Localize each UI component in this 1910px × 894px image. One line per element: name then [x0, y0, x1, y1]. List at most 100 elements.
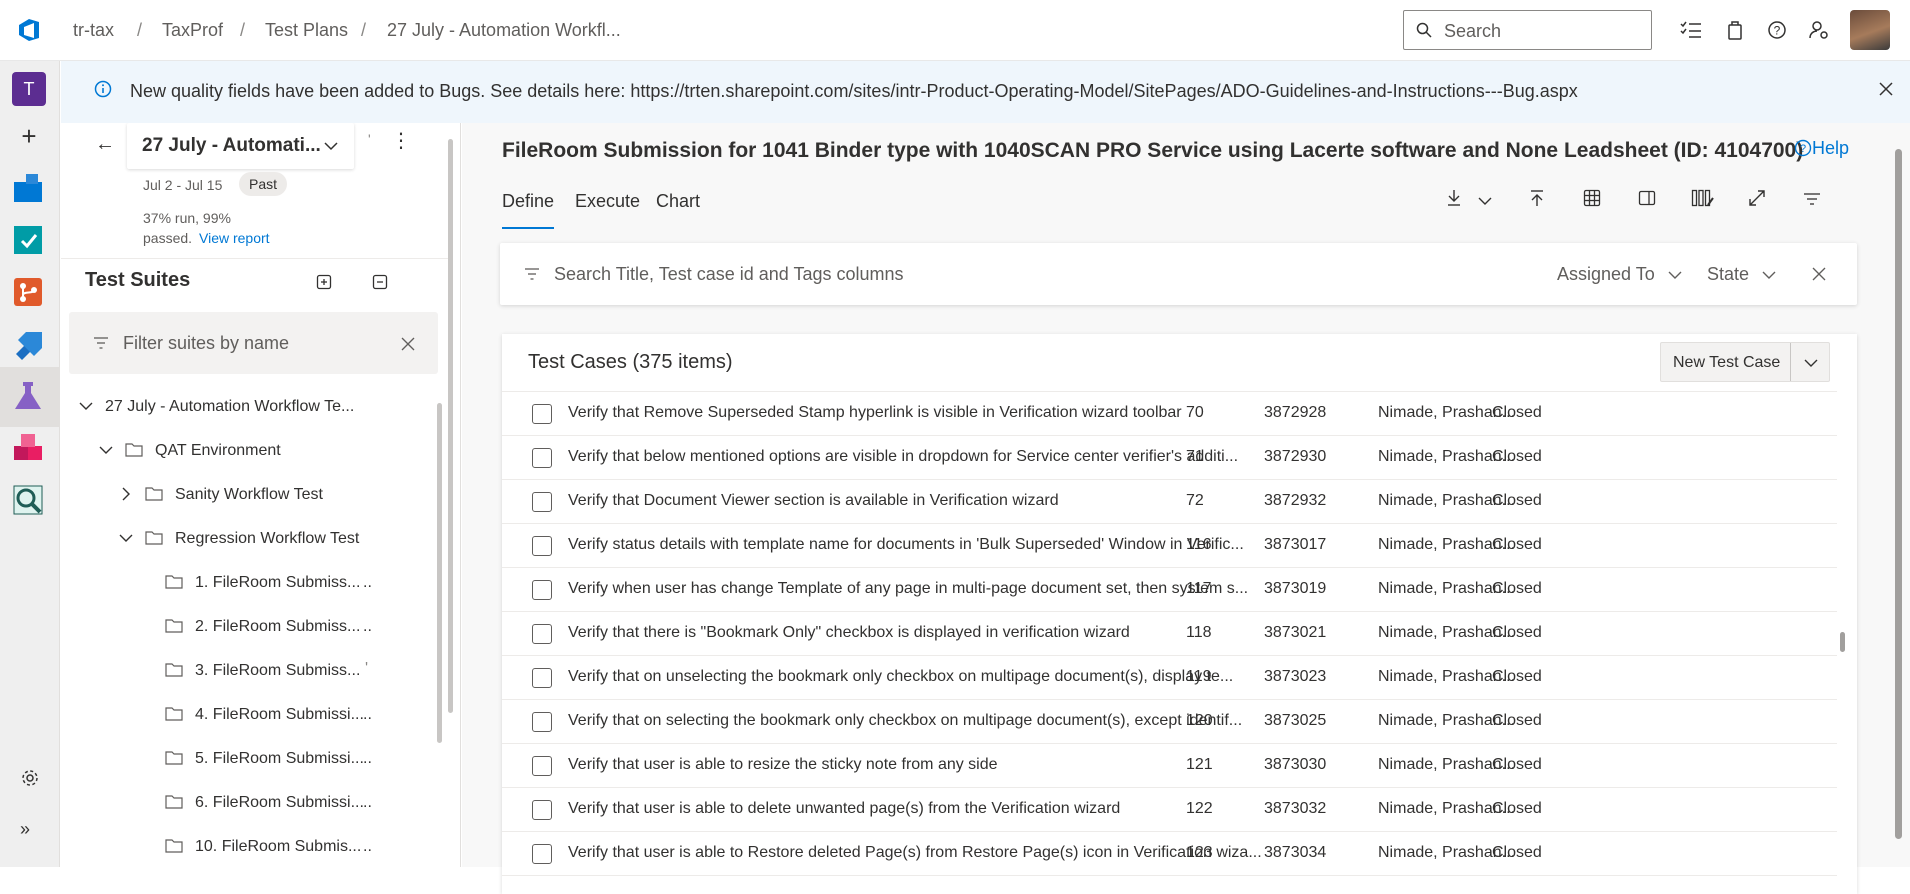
row-checkbox[interactable]: [532, 536, 552, 556]
more-options-icon[interactable]: ..: [363, 574, 372, 592]
panel-scrollbar[interactable]: [448, 139, 453, 713]
user-settings-icon[interactable]: [1808, 19, 1830, 46]
row-checkbox[interactable]: [532, 492, 552, 512]
help-icon[interactable]: ?: [1767, 20, 1787, 45]
table-row[interactable]: Verify that user is able to delete unwan…: [502, 788, 1837, 832]
more-options-icon[interactable]: ..: [363, 794, 372, 812]
table-row[interactable]: Verify that Remove Superseded Stamp hype…: [502, 392, 1837, 436]
more-options-icon[interactable]: ..: [363, 750, 372, 768]
table-row[interactable]: Verify that Document Viewer section is a…: [502, 480, 1837, 524]
expand-rail-icon[interactable]: »: [20, 819, 30, 840]
chevron-down-icon[interactable]: [1474, 189, 1496, 211]
work-items-list-icon[interactable]: [1680, 20, 1702, 45]
azure-devops-logo-icon[interactable]: [15, 16, 43, 44]
details-pane-icon[interactable]: [1636, 189, 1658, 211]
project-settings-icon[interactable]: [20, 768, 40, 788]
suite-fileroom-6[interactable]: 6. FileRoom Submissi... ..: [61, 783, 441, 823]
tab-chart[interactable]: Chart: [656, 191, 700, 212]
row-checkbox[interactable]: [532, 756, 552, 776]
expand-all-icon[interactable]: [316, 274, 332, 295]
grid-view-icon[interactable]: [1581, 189, 1603, 211]
row-checkbox[interactable]: [532, 668, 552, 688]
search-input[interactable]: Search: [1403, 10, 1652, 50]
repos-icon[interactable]: [12, 276, 46, 310]
suite-fileroom-2[interactable]: 2. FileRoom Submiss... ..: [61, 607, 441, 647]
test-case-title[interactable]: Verify that user is able to delete unwan…: [568, 800, 1268, 818]
breadcrumb-org[interactable]: tr-tax: [73, 20, 114, 41]
row-checkbox[interactable]: [532, 580, 552, 600]
suite-fileroom-10[interactable]: 10. FileRoom Submis... ..: [61, 827, 441, 867]
main-scrollbar[interactable]: [1895, 149, 1902, 839]
code-search-icon[interactable]: [12, 484, 46, 518]
test-case-title[interactable]: Verify that user is able to resize the s…: [568, 756, 1268, 774]
table-row[interactable]: Verify status details with template name…: [502, 524, 1837, 568]
clear-filter-icon[interactable]: [401, 337, 415, 351]
table-row[interactable]: Verify that below mentioned options are …: [502, 436, 1837, 480]
view-report-link[interactable]: View report: [199, 230, 270, 246]
suite-fileroom-5[interactable]: 5. FileRoom Submissi... ..: [61, 739, 441, 779]
more-options-icon[interactable]: ..: [363, 618, 372, 636]
new-test-case-button[interactable]: New Test Case: [1660, 342, 1830, 382]
row-checkbox[interactable]: [532, 448, 552, 468]
plan-selector[interactable]: 27 July - Automati...: [127, 123, 354, 169]
test-case-title[interactable]: Verify that on unselecting the bookmark …: [568, 668, 1268, 686]
test-case-title[interactable]: Verify status details with template name…: [568, 536, 1268, 554]
suite-fileroom-3[interactable]: 3. FileRoom Submiss... ': [61, 651, 441, 691]
suite-fileroom-4[interactable]: 4. FileRoom Submissi... ..: [61, 695, 441, 735]
boards-icon[interactable]: [12, 224, 46, 258]
assigned-to-filter[interactable]: Assigned To: [1557, 264, 1682, 285]
test-plans-icon[interactable]: [12, 380, 46, 414]
table-row[interactable]: Verify that user is able to resize the s…: [502, 744, 1837, 788]
breadcrumb-project[interactable]: TaxProf: [162, 20, 223, 41]
more-options-icon[interactable]: ..: [363, 706, 372, 724]
test-case-title[interactable]: Verify that there is "Bookmark Only" che…: [568, 624, 1268, 642]
clear-filter-icon[interactable]: [1812, 267, 1826, 281]
marketplace-bag-icon[interactable]: [1727, 19, 1743, 46]
table-row[interactable]: Verify that user is able to Restore dele…: [502, 832, 1837, 876]
breadcrumb-test-plans[interactable]: Test Plans: [265, 20, 348, 41]
table-scrollbar[interactable]: [1840, 632, 1845, 652]
add-icon[interactable]: +: [12, 120, 46, 154]
artifacts-icon[interactable]: [12, 432, 46, 466]
test-case-title[interactable]: Verify that on selecting the bookmark on…: [568, 712, 1268, 730]
avatar[interactable]: [1850, 10, 1890, 50]
import-icon[interactable]: [1526, 189, 1548, 211]
suite-regression-workflow[interactable]: Regression Workflow Test: [61, 519, 441, 559]
row-checkbox[interactable]: [532, 404, 552, 424]
column-options-icon[interactable]: [1690, 189, 1716, 211]
collapse-all-icon[interactable]: [372, 274, 388, 295]
project-avatar[interactable]: T: [12, 72, 46, 106]
fullscreen-icon[interactable]: [1746, 189, 1768, 211]
state-filter[interactable]: State: [1707, 264, 1776, 285]
more-options-icon[interactable]: ⋮: [391, 131, 411, 151]
tab-execute[interactable]: Execute: [575, 191, 640, 212]
pipelines-icon[interactable]: [12, 328, 46, 362]
table-row[interactable]: Verify that there is "Bookmark Only" che…: [502, 612, 1837, 656]
table-row[interactable]: Verify that on unselecting the bookmark …: [502, 656, 1837, 700]
table-row[interactable]: Verify that on selecting the bookmark on…: [502, 700, 1837, 744]
suite-tree-root[interactable]: 27 July - Automation Workflow Te...: [61, 387, 441, 427]
overview-icon[interactable]: [12, 172, 46, 206]
row-checkbox[interactable]: [532, 624, 552, 644]
row-checkbox[interactable]: [532, 712, 552, 732]
test-case-title[interactable]: Verify when user has change Template of …: [568, 580, 1268, 598]
suite-sanity-workflow[interactable]: Sanity Workflow Test: [61, 475, 441, 515]
row-checkbox[interactable]: [532, 800, 552, 820]
close-banner-icon[interactable]: [1877, 80, 1895, 103]
test-case-title[interactable]: Verify that Document Viewer section is a…: [568, 492, 1268, 510]
filter-icon[interactable]: [1801, 189, 1823, 211]
test-case-title[interactable]: Verify that user is able to Restore dele…: [568, 844, 1268, 862]
suite-fileroom-1[interactable]: 1. FileRoom Submiss... ..: [61, 563, 441, 603]
tab-define[interactable]: Define: [502, 191, 554, 212]
back-arrow-icon[interactable]: ←: [95, 133, 115, 156]
suite-qat-environment[interactable]: QAT Environment: [61, 431, 441, 471]
table-row[interactable]: Verify when user has change Template of …: [502, 568, 1837, 612]
tree-scrollbar[interactable]: [437, 403, 442, 743]
test-case-title[interactable]: Verify that Remove Superseded Stamp hype…: [568, 404, 1268, 422]
breadcrumb-current-plan[interactable]: 27 July - Automation Workfl...: [387, 20, 621, 41]
chevron-down-icon[interactable]: [1804, 358, 1818, 368]
row-checkbox[interactable]: [532, 844, 552, 864]
filter-suites-input[interactable]: Filter suites by name: [69, 312, 438, 374]
help-link[interactable]: ? Help: [1794, 138, 1849, 159]
more-options-icon[interactable]: ..: [363, 838, 372, 856]
